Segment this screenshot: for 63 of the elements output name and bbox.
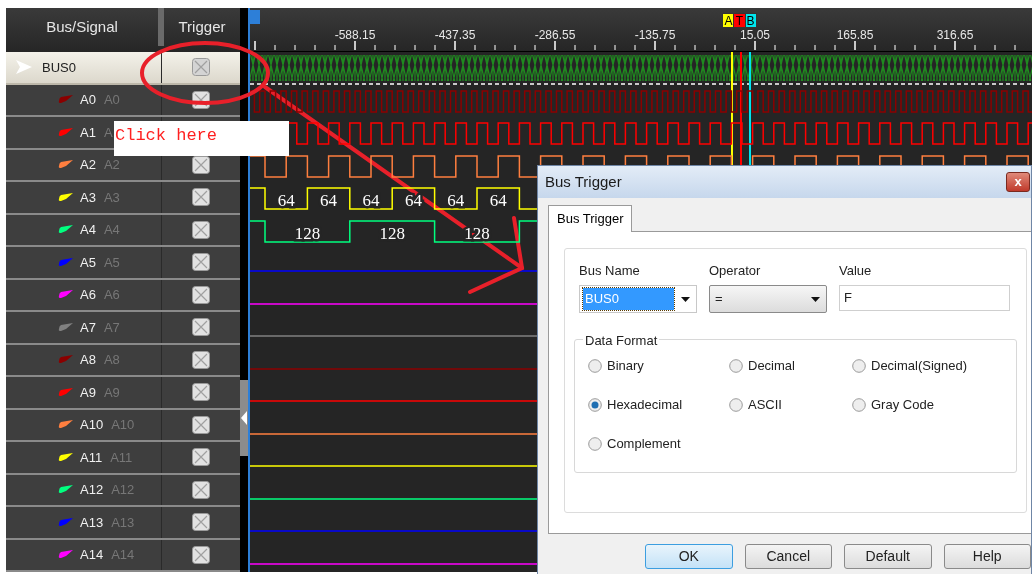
signal-name: A14 <box>80 546 104 564</box>
bus-value: 64 <box>277 191 295 210</box>
signal-alias: A11 <box>110 448 133 467</box>
signal-alias: A8 <box>103 351 120 369</box>
signal-alias: A2 <box>103 156 120 174</box>
radio-label: Binary <box>607 357 644 376</box>
signal-name: A12 <box>80 481 104 499</box>
field-value: F <box>844 289 852 308</box>
bus-value: 64 <box>362 191 380 210</box>
signal-name: A11 <box>80 448 103 467</box>
radio-label: ASCII <box>748 396 782 415</box>
signal-name: BUS0 <box>42 58 76 77</box>
column-header: Bus/Signal <box>45 16 119 37</box>
column-header: Trigger <box>177 16 227 37</box>
signal-alias: A6 <box>103 286 120 304</box>
dropdown-value: BUS0 <box>583 288 674 310</box>
dialog-title: Bus Trigger <box>545 171 622 192</box>
signal-name: A5 <box>80 253 96 272</box>
signal-name: A13 <box>80 513 104 532</box>
bus-value: 64 <box>404 191 422 210</box>
tick-label: 15.05 <box>740 27 770 44</box>
tick-label: 165.85 <box>836 27 874 44</box>
field-label: Bus Name <box>579 262 641 280</box>
bus-value: 128 <box>294 223 321 243</box>
tick-label: 316.65 <box>936 27 974 44</box>
signal-alias: A0 <box>103 91 120 109</box>
bus-value: 64 <box>489 191 507 210</box>
bus-value: 64 <box>447 191 465 210</box>
signal-alias: A10 <box>111 416 135 434</box>
tick-label: -588.15 <box>334 27 376 44</box>
signal-alias: A4 <box>103 221 120 239</box>
signal-name: A6 <box>80 286 96 304</box>
radio-label: Hexadecimal <box>607 396 683 415</box>
radio-label: Complement <box>607 435 681 454</box>
radio-label: Decimal <box>748 357 795 376</box>
signal-name: A7 <box>80 318 96 337</box>
signal-name: A1 <box>80 123 96 142</box>
signal-name: A3 <box>80 188 96 207</box>
dropdown-value: = <box>714 290 724 308</box>
signal-name: A10 <box>80 416 104 434</box>
signal-name: A9 <box>80 383 96 402</box>
radio-label: Decimal(Signed) <box>871 357 968 376</box>
signal-alias: A9 <box>103 383 120 402</box>
radio-label: Gray Code <box>871 396 934 415</box>
annotation-tooltip: Click here <box>114 121 289 156</box>
signal-alias: A12 <box>111 481 135 499</box>
bus-value: 64 <box>320 191 338 210</box>
signal-alias: A14 <box>111 546 135 564</box>
signal-name: A2 <box>80 156 96 174</box>
signal-name: A4 <box>80 221 96 239</box>
tick-label: -135.75 <box>634 27 676 44</box>
tick-label: -437.35 <box>434 27 476 44</box>
signal-alias: A7 <box>103 318 120 337</box>
bus-value: 128 <box>379 223 405 243</box>
signal-alias: A13 <box>111 513 135 532</box>
signal-alias: A3 <box>103 188 120 207</box>
signal-alias: A <box>103 123 113 142</box>
signal-name: A8 <box>80 351 96 369</box>
signal-name: A0 <box>80 91 96 109</box>
tick-label: -286.55 <box>534 27 576 44</box>
signal-alias: A5 <box>103 253 120 272</box>
field-label: Value <box>839 262 873 280</box>
field-label: Operator <box>709 262 762 280</box>
